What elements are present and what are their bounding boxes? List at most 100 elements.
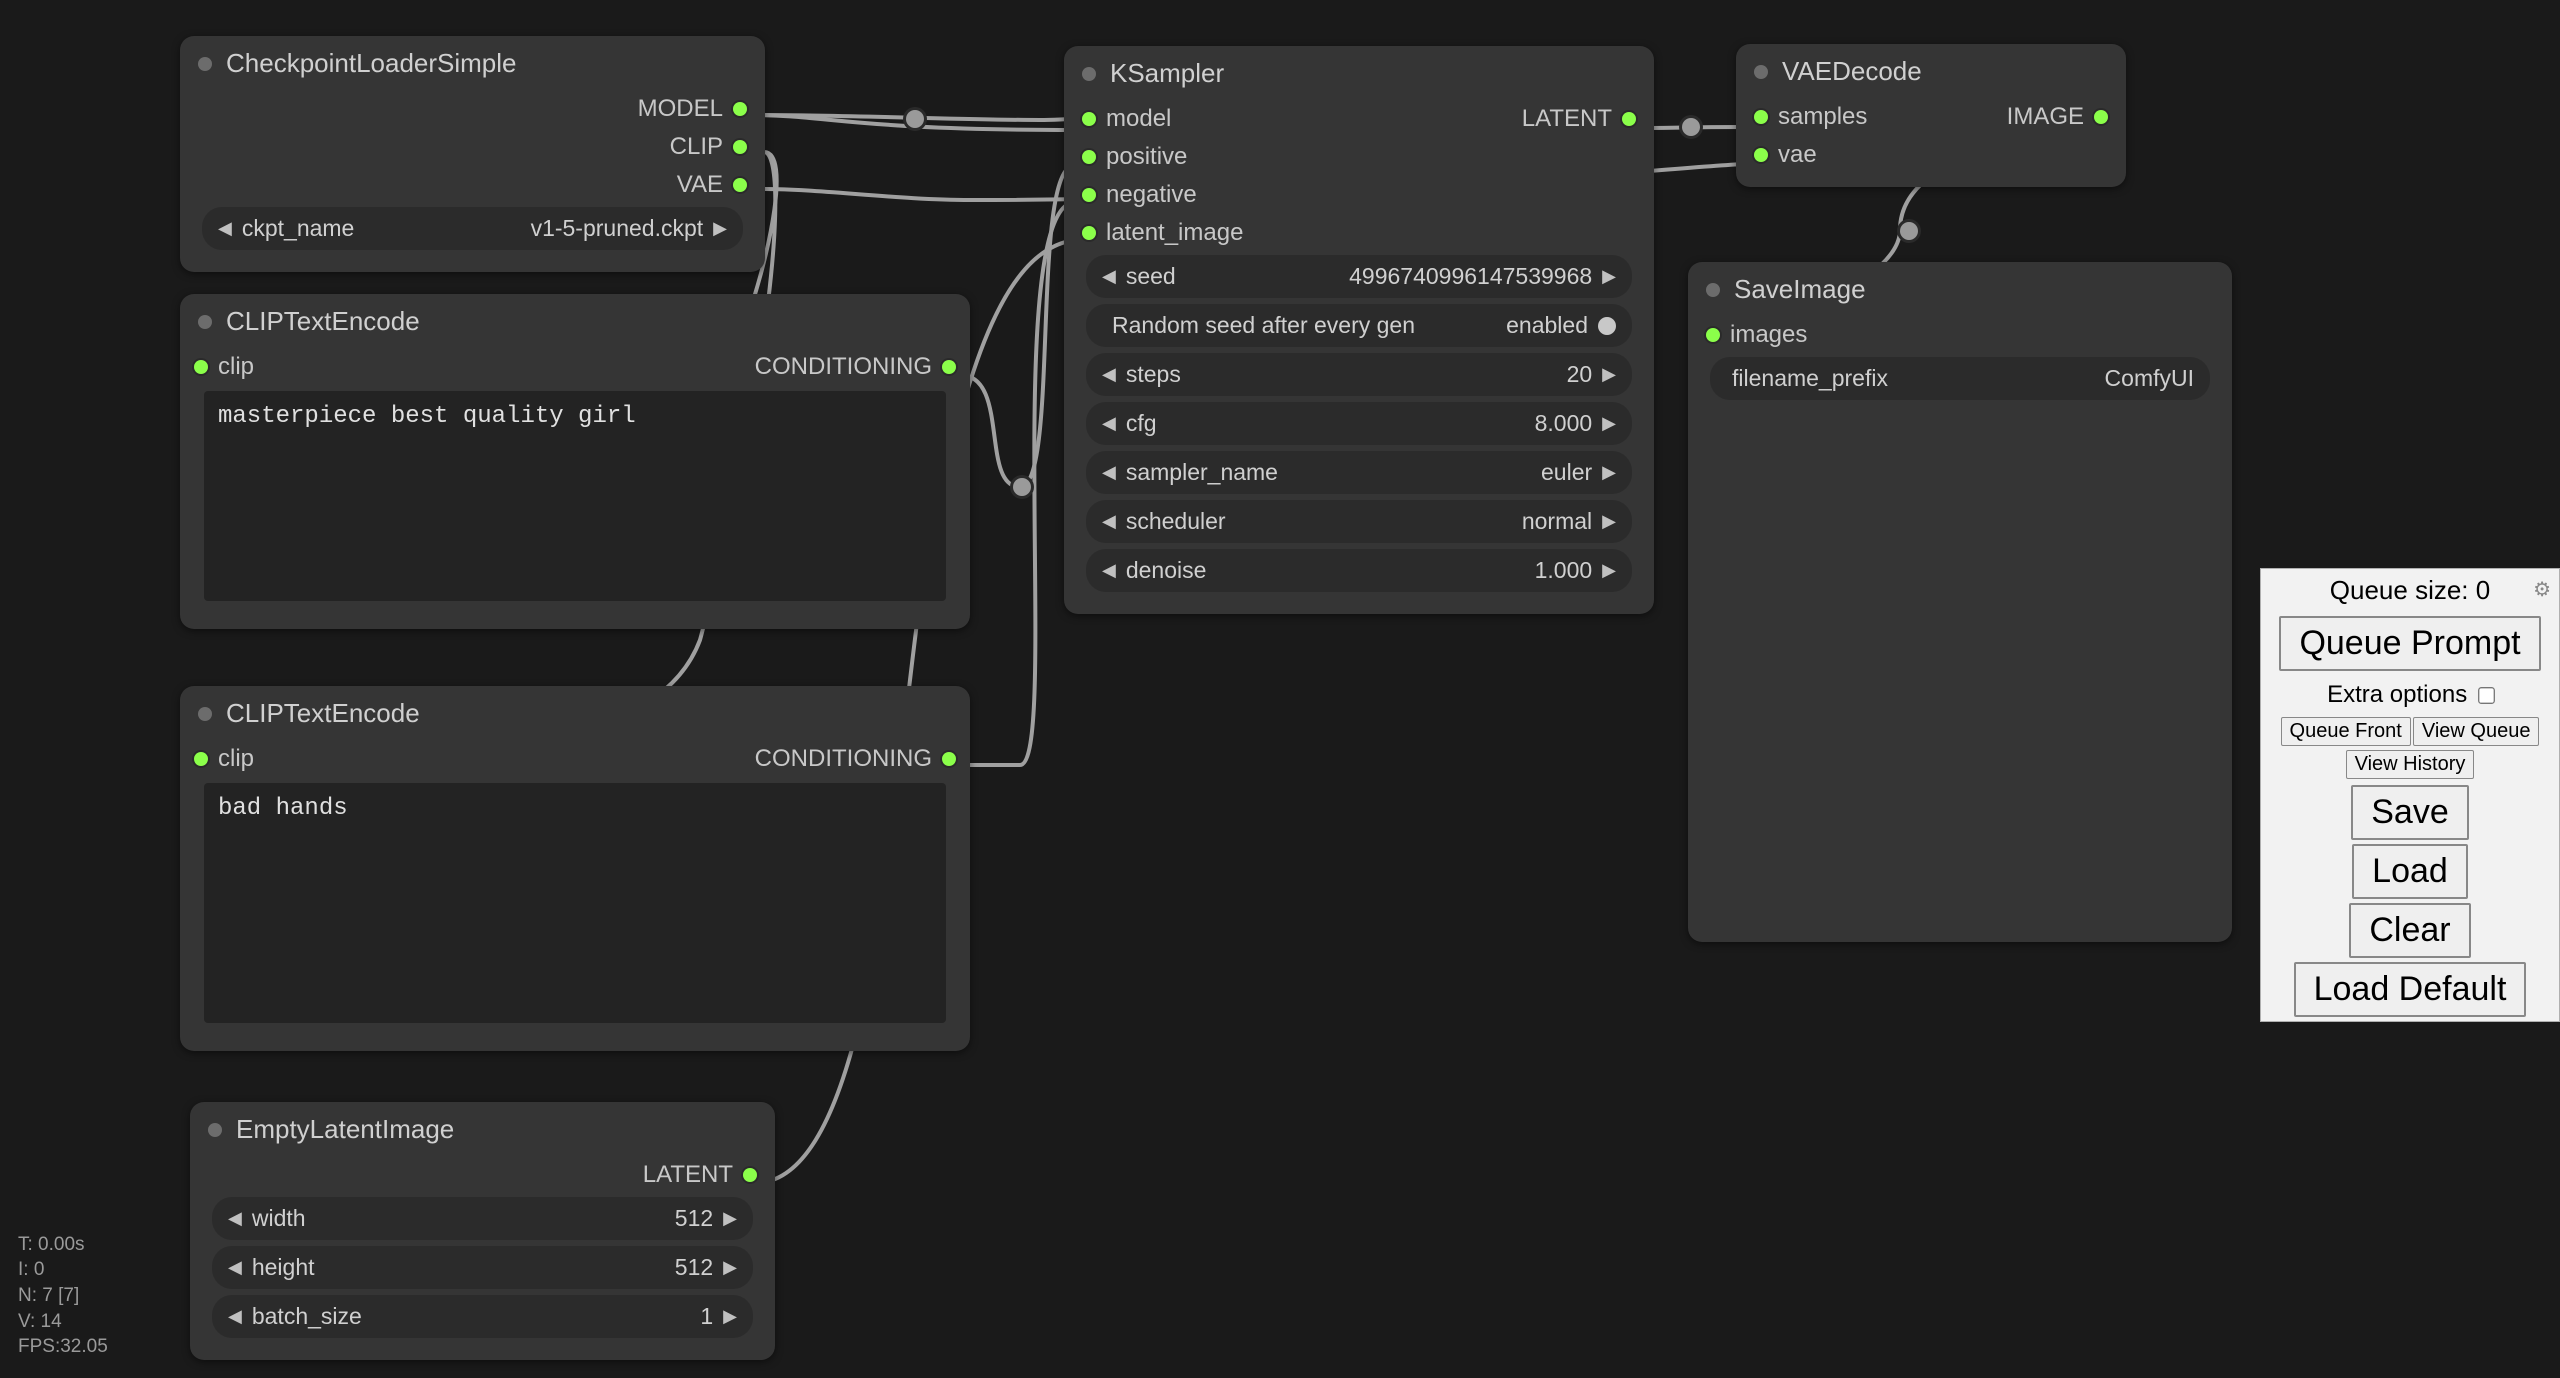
gear-icon[interactable]: ⚙: [2533, 577, 2551, 602]
output-port-clip[interactable]: [733, 140, 747, 154]
widget-filename-prefix[interactable]: filename_prefix ComfyUI: [1710, 357, 2210, 400]
arrow-right-icon[interactable]: ▶: [1602, 560, 1616, 581]
collapse-dot-icon[interactable]: [1706, 283, 1720, 297]
clear-button[interactable]: Clear: [2349, 903, 2470, 958]
node-title: CLIPTextEncode: [226, 698, 420, 729]
arrow-left-icon[interactable]: ◀: [1102, 413, 1116, 434]
toggle-dot-icon[interactable]: [1598, 317, 1616, 335]
control-panel[interactable]: ⚙ Queue size: 0 Queue Prompt Extra optio…: [2260, 568, 2560, 1022]
status-time: T: 0.00s: [18, 1232, 108, 1258]
load-button[interactable]: Load: [2352, 844, 2468, 899]
output-port-conditioning[interactable]: [942, 752, 956, 766]
arrow-right-icon[interactable]: ▶: [1602, 266, 1616, 287]
arrow-right-icon[interactable]: ▶: [723, 1306, 737, 1327]
widget-scheduler[interactable]: ◀scheduler normal▶: [1086, 500, 1632, 543]
widget-width[interactable]: ◀width 512▶: [212, 1197, 753, 1240]
output-port-image[interactable]: [2094, 110, 2108, 124]
node-header[interactable]: KSampler: [1064, 46, 1654, 99]
input-port-vae[interactable]: [1754, 148, 1768, 162]
arrow-left-icon[interactable]: ◀: [1102, 364, 1116, 385]
widget-batch-size[interactable]: ◀batch_size 1▶: [212, 1295, 753, 1338]
output-label: IMAGE: [2007, 103, 2084, 131]
node-clip-text-encode-positive[interactable]: CLIPTextEncode clip CONDITIONING masterp…: [180, 294, 970, 629]
widget-seed[interactable]: ◀seed 4996740996147539968▶: [1086, 255, 1632, 298]
input-port-negative[interactable]: [1082, 188, 1096, 202]
node-header[interactable]: SaveImage: [1688, 262, 2232, 315]
arrow-left-icon[interactable]: ◀: [1102, 266, 1116, 287]
collapse-dot-icon[interactable]: [1082, 67, 1096, 81]
collapse-dot-icon[interactable]: [198, 315, 212, 329]
widget-label: steps: [1126, 361, 1181, 388]
arrow-left-icon[interactable]: ◀: [1102, 511, 1116, 532]
queue-front-button[interactable]: Queue Front: [2281, 717, 2411, 746]
output-port-latent[interactable]: [1622, 112, 1636, 126]
arrow-left-icon[interactable]: ◀: [228, 1306, 242, 1327]
arrow-left-icon[interactable]: ◀: [228, 1208, 242, 1229]
input-port-latent-image[interactable]: [1082, 226, 1096, 240]
reroute-dot[interactable]: [1013, 478, 1031, 496]
arrow-left-icon[interactable]: ◀: [1102, 560, 1116, 581]
arrow-right-icon[interactable]: ▶: [723, 1208, 737, 1229]
widget-cfg[interactable]: ◀cfg 8.000▶: [1086, 402, 1632, 445]
widget-height[interactable]: ◀height 512▶: [212, 1246, 753, 1289]
prompt-text-input[interactable]: masterpiece best quality girl: [204, 391, 946, 601]
widget-random-seed-toggle[interactable]: Random seed after every gen enabled: [1086, 304, 1632, 347]
output-port-conditioning[interactable]: [942, 360, 956, 374]
widget-label: filename_prefix: [1726, 365, 1888, 392]
input-port-samples[interactable]: [1754, 110, 1768, 124]
node-empty-latent-image[interactable]: EmptyLatentImage LATENT ◀width 512▶ ◀hei…: [190, 1102, 775, 1360]
node-ksampler[interactable]: KSampler model positive negative latent_…: [1064, 46, 1654, 614]
collapse-dot-icon[interactable]: [198, 57, 212, 71]
widget-value: euler: [1541, 459, 1592, 486]
arrow-left-icon[interactable]: ◀: [1102, 462, 1116, 483]
widget-value: 20: [1567, 361, 1593, 388]
arrow-right-icon[interactable]: ▶: [1602, 511, 1616, 532]
output-port-vae[interactable]: [733, 178, 747, 192]
arrow-right-icon[interactable]: ▶: [1602, 462, 1616, 483]
node-header[interactable]: CheckpointLoaderSimple: [180, 36, 765, 89]
prompt-text-input[interactable]: bad hands: [204, 783, 946, 1023]
widget-steps[interactable]: ◀ steps 20 ▶: [1086, 353, 1632, 396]
input-port-positive[interactable]: [1082, 150, 1096, 164]
view-queue-button[interactable]: View Queue: [2413, 717, 2540, 746]
node-header[interactable]: CLIPTextEncode: [180, 686, 970, 739]
extra-options-checkbox[interactable]: [2478, 687, 2495, 704]
reroute-dot[interactable]: [1682, 118, 1700, 136]
save-button[interactable]: Save: [2351, 785, 2469, 840]
widget-value: ComfyUI: [2105, 365, 2194, 392]
input-port-images[interactable]: [1706, 328, 1720, 342]
node-vae-decode[interactable]: VAEDecode samples vae IMAGE: [1736, 44, 2126, 187]
node-canvas[interactable]: CheckpointLoaderSimple MODEL CLIP VAE ◀c…: [0, 0, 2560, 1378]
collapse-dot-icon[interactable]: [1754, 65, 1768, 79]
input-port-model[interactable]: [1082, 112, 1096, 126]
arrow-left-icon[interactable]: ◀: [218, 218, 232, 239]
view-history-button[interactable]: View History: [2346, 750, 2475, 779]
arrow-right-icon[interactable]: ▶: [1602, 413, 1616, 434]
arrow-right-icon[interactable]: ▶: [1602, 364, 1616, 385]
collapse-dot-icon[interactable]: [208, 1123, 222, 1137]
widget-sampler-name[interactable]: ◀sampler_name euler▶: [1086, 451, 1632, 494]
node-header[interactable]: VAEDecode: [1736, 44, 2126, 97]
collapse-dot-icon[interactable]: [198, 707, 212, 721]
widget-denoise[interactable]: ◀denoise 1.000▶: [1086, 549, 1632, 592]
node-checkpoint-loader[interactable]: CheckpointLoaderSimple MODEL CLIP VAE ◀c…: [180, 36, 765, 272]
node-header[interactable]: EmptyLatentImage: [190, 1102, 775, 1155]
output-port-latent[interactable]: [743, 1168, 757, 1182]
arrow-right-icon[interactable]: ▶: [713, 218, 727, 239]
arrow-right-icon[interactable]: ▶: [723, 1257, 737, 1278]
load-default-button[interactable]: Load Default: [2294, 962, 2527, 1017]
output-label: CONDITIONING: [755, 353, 932, 381]
input-label: vae: [1778, 141, 1817, 169]
node-clip-text-encode-negative[interactable]: CLIPTextEncode clip CONDITIONING bad han…: [180, 686, 970, 1051]
input-port-clip[interactable]: [194, 752, 208, 766]
output-port-model[interactable]: [733, 102, 747, 116]
widget-label: denoise: [1126, 557, 1207, 584]
node-header[interactable]: CLIPTextEncode: [180, 294, 970, 347]
queue-prompt-button[interactable]: Queue Prompt: [2279, 616, 2540, 671]
input-port-clip[interactable]: [194, 360, 208, 374]
reroute-dot[interactable]: [906, 110, 924, 128]
node-save-image[interactable]: SaveImage images filename_prefix ComfyUI: [1688, 262, 2232, 942]
widget-ckpt-name[interactable]: ◀ckpt_name v1-5-pruned.ckpt▶: [202, 207, 743, 250]
arrow-left-icon[interactable]: ◀: [228, 1257, 242, 1278]
reroute-dot[interactable]: [1900, 222, 1918, 240]
